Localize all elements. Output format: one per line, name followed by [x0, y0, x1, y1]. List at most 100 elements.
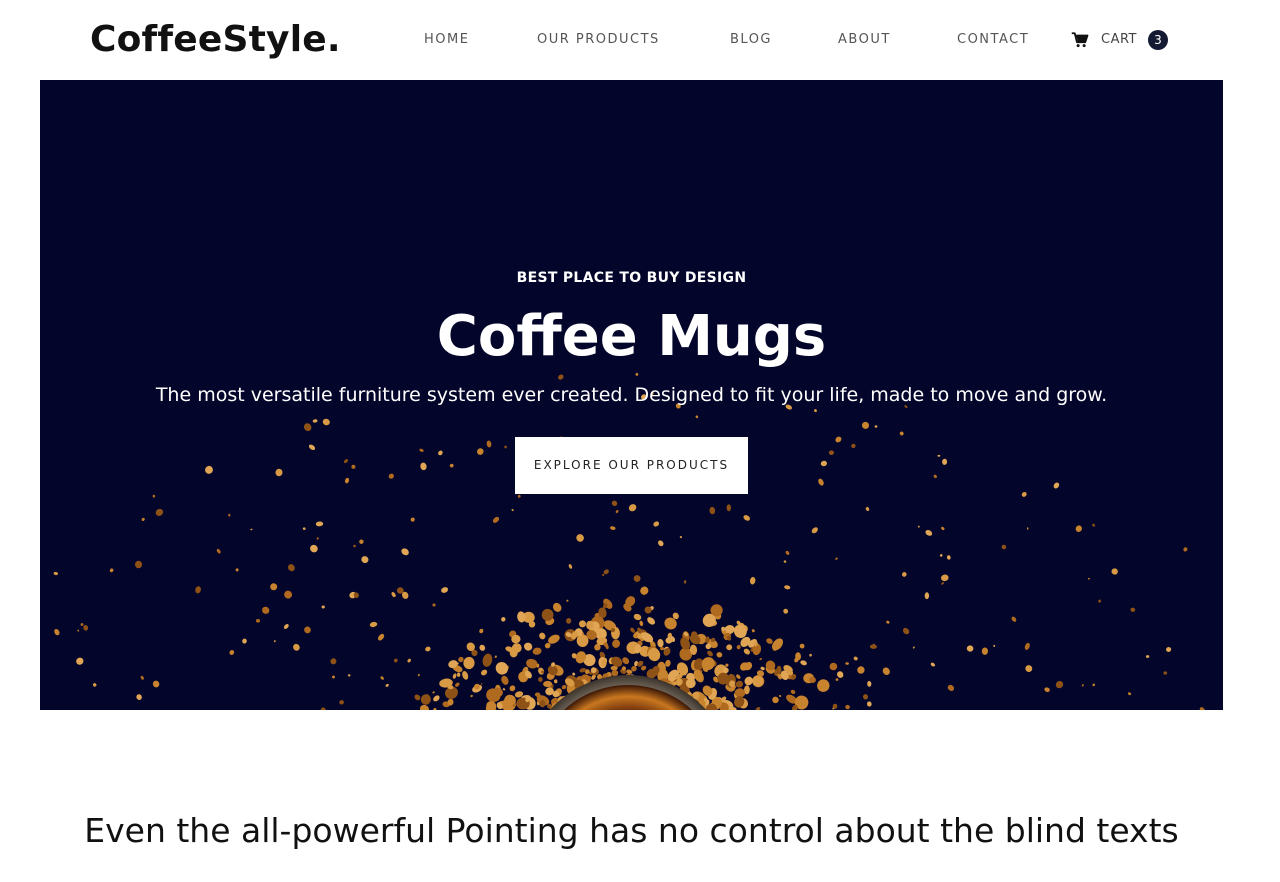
coffee-granule	[501, 675, 509, 685]
coffee-granule	[647, 617, 656, 625]
coffee-granule	[743, 648, 751, 655]
coffee-granule	[611, 669, 619, 677]
coffee-granule	[612, 639, 621, 648]
coffee-granule	[494, 655, 497, 658]
coffee-granule	[882, 667, 890, 675]
coffee-granule	[344, 459, 348, 464]
coffee-granule	[401, 548, 409, 556]
cart-label: CART	[1101, 32, 1137, 47]
coffee-granule	[886, 620, 890, 624]
coffee-granule	[441, 587, 449, 593]
coffee-granule	[966, 645, 974, 652]
coffee-granule	[195, 586, 201, 594]
coffee-granule	[109, 568, 114, 573]
coffee-granule	[330, 658, 337, 665]
coffee-granule	[726, 644, 733, 651]
coffee-granule	[799, 643, 805, 649]
nav-item-about[interactable]: ABOUT	[838, 30, 891, 50]
coffee-granule	[1199, 707, 1205, 710]
coffee-granule	[482, 653, 493, 667]
coffee-granule	[455, 682, 460, 687]
brand-logo[interactable]: CoffeeStyle.	[90, 16, 341, 64]
coffee-granule	[414, 694, 421, 701]
coffee-granule	[432, 603, 436, 607]
coffee-granule	[917, 525, 920, 528]
coffee-granule	[332, 675, 335, 679]
coffee-granule	[553, 679, 558, 684]
section-heading: Even the all-powerful Pointing has no co…	[84, 811, 1179, 850]
coffee-granule	[53, 571, 58, 576]
coffee-granule	[321, 605, 325, 609]
explore-products-button[interactable]: EXPLORE OUR PRODUCTS	[515, 437, 748, 494]
coffee-granule	[1001, 544, 1007, 550]
nav-item-contact[interactable]: CONTACT	[957, 30, 1029, 50]
coffee-granule	[851, 443, 856, 449]
coffee-granule	[293, 643, 300, 651]
coffee-granule	[835, 557, 838, 560]
coffee-granule	[941, 526, 945, 531]
coffee-granule	[759, 658, 763, 661]
coffee-granule	[353, 544, 356, 548]
cart-link[interactable]: CART 3	[1071, 30, 1168, 50]
coffee-granule	[407, 658, 411, 663]
coffee-granule	[308, 444, 316, 451]
coffee-granule	[83, 625, 89, 631]
coffee-granule	[502, 688, 506, 691]
coffee-granule	[228, 513, 231, 517]
coffee-granule	[433, 707, 437, 710]
coffee-granule	[393, 658, 398, 663]
coffee-granule	[275, 468, 283, 477]
coffee-granule	[749, 576, 756, 585]
coffee-granule	[302, 527, 306, 531]
coffee-granule	[470, 694, 473, 698]
coffee-granule	[1055, 680, 1064, 689]
coffee-granule	[1130, 607, 1136, 612]
coffee-granule	[941, 582, 944, 585]
coffee-granule	[410, 517, 415, 522]
coffee-granule	[288, 564, 295, 572]
coffee-granule	[1011, 616, 1017, 622]
coffee-granule	[509, 685, 516, 692]
coffee-granule	[924, 592, 930, 600]
coffee-granule	[783, 608, 789, 614]
coffee-granule	[653, 521, 660, 527]
coffee-granule	[709, 506, 716, 515]
hero-banner: BEST PLACE TO BUY DESIGN Coffee Mugs The…	[40, 80, 1223, 710]
coffee-granule	[993, 644, 996, 647]
nav-item-our-products[interactable]: OUR PRODUCTS	[537, 30, 660, 50]
coffee-granule	[303, 423, 312, 432]
coffee-granule	[622, 657, 630, 665]
coffee-granule	[1163, 671, 1168, 675]
coffee-granule	[867, 681, 872, 687]
coffee-granule	[783, 560, 787, 563]
coffee-granule	[837, 671, 844, 678]
nav-item-home[interactable]: HOME	[424, 30, 469, 50]
coffee-granule	[1092, 683, 1095, 687]
coffee-granule	[778, 694, 782, 698]
hero-subtitle: The most versatile furniture system ever…	[155, 384, 1108, 406]
coffee-granule	[743, 515, 750, 521]
coffee-granule	[462, 671, 469, 680]
coffee-granule	[566, 618, 572, 624]
coffee-granule	[504, 445, 507, 449]
coffee-granule	[320, 707, 326, 710]
coffee-granule	[811, 527, 818, 534]
coffee-granule	[818, 478, 824, 486]
coffee-granule	[680, 637, 690, 650]
coffee-granule	[425, 646, 431, 652]
coffee-granule	[695, 415, 699, 419]
coffee-granule	[54, 628, 60, 636]
coffee-granule	[566, 599, 569, 602]
coffee-granule	[1053, 482, 1060, 489]
coffee-granule	[270, 583, 278, 591]
coffee-granule	[152, 680, 160, 688]
nav-item-blog[interactable]: BLOG	[730, 30, 772, 50]
coffee-granules	[53, 372, 1205, 710]
coffee-granule	[538, 677, 543, 682]
coffee-granule	[235, 568, 239, 572]
site-header: CoffeeStyle. HOME OUR PRODUCTS BLOG ABOU…	[0, 0, 1280, 80]
coffee-granule	[633, 575, 641, 582]
coffee-granule	[766, 638, 773, 644]
coffee-granule	[930, 662, 936, 667]
coffee-granule	[339, 700, 344, 705]
